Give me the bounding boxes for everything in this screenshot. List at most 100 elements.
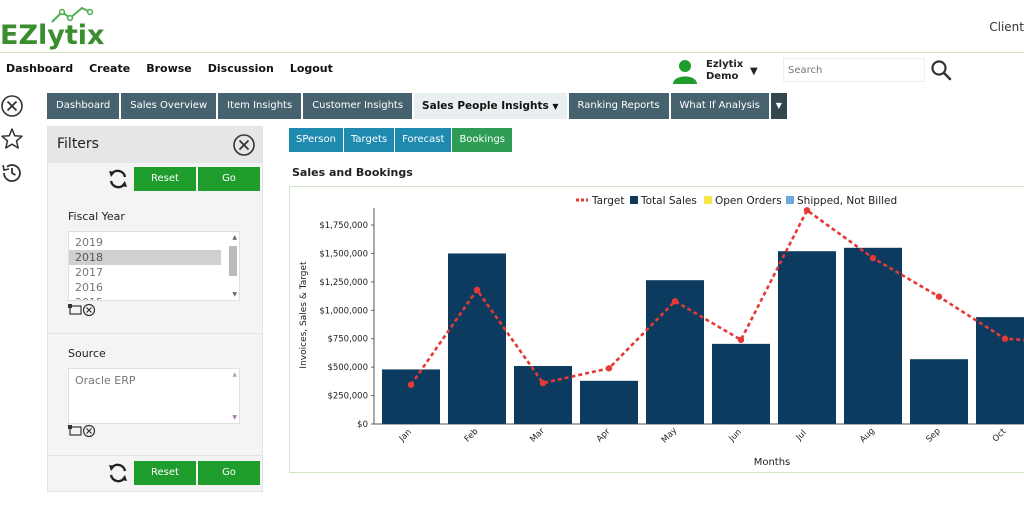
ezlytix-logo[interactable]: EZlytix: [0, 6, 110, 50]
list-item-selected[interactable]: 2018: [69, 250, 221, 265]
tab-what-if-analysis[interactable]: What If Analysis: [670, 93, 769, 119]
more-tabs-button[interactable]: ▼: [770, 93, 787, 119]
bar-apr: [580, 380, 638, 424]
select-all-icon[interactable]: [68, 304, 82, 315]
chart-panel: Target Total Sales Open Orders Shipped, Not…: [289, 186, 1024, 473]
target-point-oct: [1001, 335, 1009, 342]
filters-actions-bottom: Reset Go: [106, 461, 260, 485]
go-button[interactable]: Go: [198, 461, 260, 485]
scroll-up-icon[interactable]: ▲: [232, 371, 237, 378]
fiscal-year-listbox[interactable]: 2019 2018 2017 2016 2015 ▲ ▼: [68, 231, 240, 301]
close-circle-icon[interactable]: [0, 94, 24, 118]
legend-label: Open Orders: [715, 195, 782, 207]
x-tick-label: Oct: [991, 426, 1009, 444]
subtab-sperson[interactable]: SPerson: [289, 128, 343, 152]
user-menu[interactable]: Ezlytix Demo ▼: [672, 58, 758, 84]
filters-actions-top: Reset Go: [106, 167, 260, 191]
subtab-bookings[interactable]: Bookings: [452, 128, 512, 152]
scroll-down-icon[interactable]: ▼: [232, 291, 237, 298]
tab-dashboard[interactable]: Dashboard: [47, 93, 120, 119]
fiscal-year-label: Fiscal Year: [68, 210, 125, 223]
sales-bookings-chart: Target Total Sales Open Orders Shipped, Not…: [299, 195, 1024, 468]
nav-browse[interactable]: Browse: [146, 62, 192, 75]
nav-logout[interactable]: Logout: [290, 62, 333, 75]
subtab-forecast[interactable]: Forecast: [395, 128, 452, 152]
legend-swatch: [704, 196, 712, 204]
x-tick-label: Jul: [794, 428, 809, 443]
x-tick-label: Jun: [727, 427, 744, 444]
filters-title: Filters: [57, 136, 99, 152]
list-item[interactable]: Oracle ERP: [69, 373, 221, 388]
target-point-feb: [473, 286, 481, 294]
y-tick-label: $1,500,000: [319, 249, 368, 259]
star-icon[interactable]: [0, 127, 24, 151]
tab-item-insights[interactable]: Item Insights: [218, 93, 302, 119]
list-item[interactable]: 2019: [69, 235, 221, 250]
reset-button[interactable]: Reset: [134, 167, 196, 191]
source-label: Source: [68, 347, 106, 360]
target-point-jun: [737, 336, 745, 344]
bar-mar: [514, 366, 572, 424]
y-tick-label: $1,250,000: [319, 278, 368, 288]
bar-sep: [910, 359, 968, 424]
chevron-down-icon: ▼: [552, 102, 559, 111]
bar-feb: [448, 253, 506, 424]
target-point-jan: [407, 381, 415, 388]
client-label: Client: [989, 20, 1024, 34]
y-axis-title: Invoices, Sales & Target: [299, 261, 309, 369]
nav-discussion[interactable]: Discussion: [208, 62, 274, 75]
tab-ranking-reports[interactable]: Ranking Reports: [568, 93, 669, 119]
y-tick-label: $500,000: [327, 363, 368, 373]
list-item[interactable]: 2016: [69, 280, 221, 295]
bar-oct: [976, 317, 1024, 424]
refresh-icon[interactable]: [106, 461, 130, 485]
go-button[interactable]: Go: [198, 167, 260, 191]
target-point-sep: [935, 293, 943, 300]
y-tick-label: $1,750,000: [319, 221, 368, 231]
bar-jan: [382, 369, 440, 424]
subtab-targets[interactable]: Targets: [343, 128, 395, 152]
scrollbar-thumb[interactable]: [229, 246, 237, 276]
x-tick-label: Aug: [858, 426, 877, 445]
clear-icon[interactable]: [82, 303, 96, 317]
divider: [48, 333, 262, 334]
select-all-icon[interactable]: [68, 425, 82, 436]
tab-customer-insights[interactable]: Customer Insights: [303, 93, 413, 119]
list-item[interactable]: 2017: [69, 265, 221, 280]
bar-jul: [778, 251, 836, 424]
clear-icon[interactable]: [82, 424, 96, 438]
filters-header: Filters: [48, 127, 262, 163]
bar-aug: [844, 247, 902, 424]
y-tick-label: $750,000: [327, 335, 368, 345]
nav-dashboard[interactable]: Dashboard: [6, 62, 73, 75]
history-icon[interactable]: [0, 161, 24, 185]
chevron-down-icon[interactable]: ▼: [750, 66, 758, 77]
legend-swatch: [786, 196, 794, 204]
y-tick-label: $1,000,000: [319, 306, 368, 316]
report-tabs: Dashboard Sales Overview Item Insights C…: [47, 93, 787, 119]
list-item[interactable]: 2015: [69, 295, 221, 300]
x-axis-title: Months: [754, 457, 791, 468]
source-listbox[interactable]: Oracle ERP ▲ ▼: [68, 368, 240, 424]
logo-text: EZlytix: [0, 20, 104, 50]
tab-sales-people-insights[interactable]: Sales People Insights ▼: [414, 93, 567, 119]
tab-sales-overview[interactable]: Sales Overview: [121, 93, 217, 119]
refresh-icon[interactable]: [106, 167, 130, 191]
close-icon[interactable]: [232, 133, 256, 157]
search-icon[interactable]: [930, 59, 952, 81]
divider: [48, 455, 262, 456]
reset-button[interactable]: Reset: [134, 461, 196, 485]
scroll-down-icon[interactable]: ▼: [232, 414, 237, 421]
target-point-aug: [869, 254, 877, 262]
search-input[interactable]: [783, 58, 925, 82]
target-point-jul: [803, 207, 811, 214]
list-tools: [68, 424, 96, 438]
x-tick-label: Sep: [924, 426, 942, 444]
x-tick-label: Feb: [463, 427, 481, 445]
nav-create[interactable]: Create: [89, 62, 130, 75]
target-point-mar: [539, 379, 547, 387]
y-tick-label: $0: [357, 420, 368, 430]
legend-label: Shipped, Not Billed: [797, 195, 897, 207]
scroll-up-icon[interactable]: ▲: [232, 234, 237, 241]
bar-jun: [712, 343, 770, 424]
